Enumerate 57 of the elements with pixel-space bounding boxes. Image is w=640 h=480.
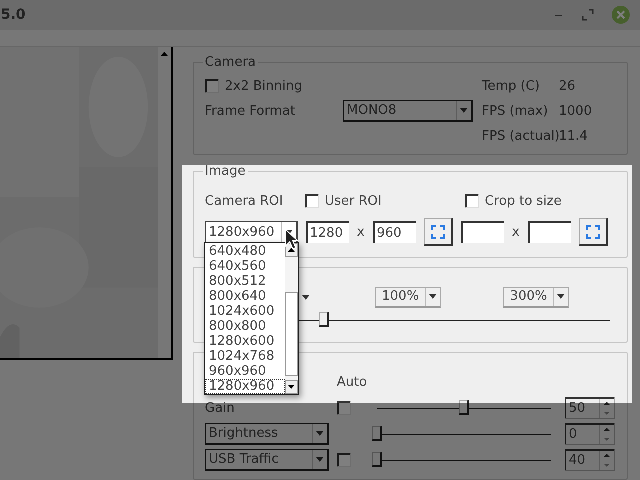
dropdown-option[interactable]: 1024x600: [205, 304, 285, 319]
separator-text: x: [356, 224, 366, 240]
control-dropdown[interactable]: USB Traffic: [205, 449, 329, 471]
field-label: Camera ROI: [205, 194, 284, 208]
checkbox[interactable]: [465, 194, 479, 208]
roi-dropdown[interactable]: 1280x960: [205, 221, 298, 243]
control-dropdown[interactable]: Brightness: [205, 423, 329, 445]
scrollbar[interactable]: [285, 243, 298, 394]
height-field[interactable]: [528, 221, 571, 243]
restore-icon[interactable]: [582, 9, 594, 21]
fullscreen-icon: [431, 224, 445, 238]
slider-thumb[interactable]: [372, 426, 382, 441]
checkbox[interactable]: [337, 401, 351, 415]
fullscreen-button[interactable]: [579, 218, 608, 246]
slider-thumb[interactable]: [372, 452, 382, 467]
fullscreen-button[interactable]: [424, 218, 453, 246]
spin-box[interactable]: 40: [565, 449, 615, 471]
readout-value: 26: [559, 78, 577, 94]
spin-box[interactable]: 0: [565, 423, 615, 445]
readout-label: Temp (C): [481, 78, 541, 94]
width-field[interactable]: [461, 221, 504, 243]
zoom-dropdown[interactable]: 300%: [503, 286, 570, 308]
dropdown-option[interactable]: 800x512: [205, 274, 285, 289]
slider-thumb[interactable]: [319, 312, 330, 327]
frame-format-dropdown[interactable]: MONO8: [343, 100, 473, 122]
field-label: Frame Format: [205, 104, 296, 118]
separator-text: x: [511, 224, 521, 240]
height-field[interactable]: 960: [373, 221, 416, 243]
group-title: Camera: [204, 55, 258, 70]
window-title: 5.0: [0, 7, 26, 23]
scroll-down-icon[interactable]: [285, 380, 298, 394]
dropdown-option[interactable]: 640x480: [205, 244, 285, 259]
checkbox-label: User ROI: [325, 194, 383, 208]
checkbox[interactable]: [305, 194, 319, 208]
dropdown-option[interactable]: 640x560: [205, 259, 285, 274]
checkbox-label: Crop to size: [485, 194, 562, 208]
checkbox[interactable]: [205, 79, 219, 93]
dropdown-option[interactable]: 800x800: [205, 319, 285, 334]
column-label: Auto: [337, 374, 368, 390]
dropdown-option[interactable]: 1024x768: [205, 349, 285, 364]
dropdown-option[interactable]: 1280x600: [205, 334, 285, 349]
group-title: Image: [204, 164, 247, 179]
fullscreen-icon: [586, 224, 600, 238]
dropdown-option[interactable]: 800x640: [205, 289, 285, 304]
checkbox-label: 2x2 Binning: [225, 78, 302, 94]
readout-value: 1000: [559, 104, 594, 118]
zoom-dropdown[interactable]: 100%: [375, 286, 442, 308]
slider-thumb[interactable]: [459, 400, 469, 415]
spin-box[interactable]: 50: [565, 397, 615, 419]
readout-label: FPS (actual): [481, 128, 559, 144]
readout-value: 11.4: [559, 128, 589, 144]
readout-label: FPS (max): [481, 104, 550, 118]
checkbox[interactable]: [337, 453, 351, 467]
control-label: Gain: [205, 400, 236, 416]
dropdown-option[interactable]: 960x960: [205, 364, 285, 379]
width-field[interactable]: 1280: [306, 221, 349, 243]
dropdown-option[interactable]: 1280x960: [205, 379, 285, 394]
